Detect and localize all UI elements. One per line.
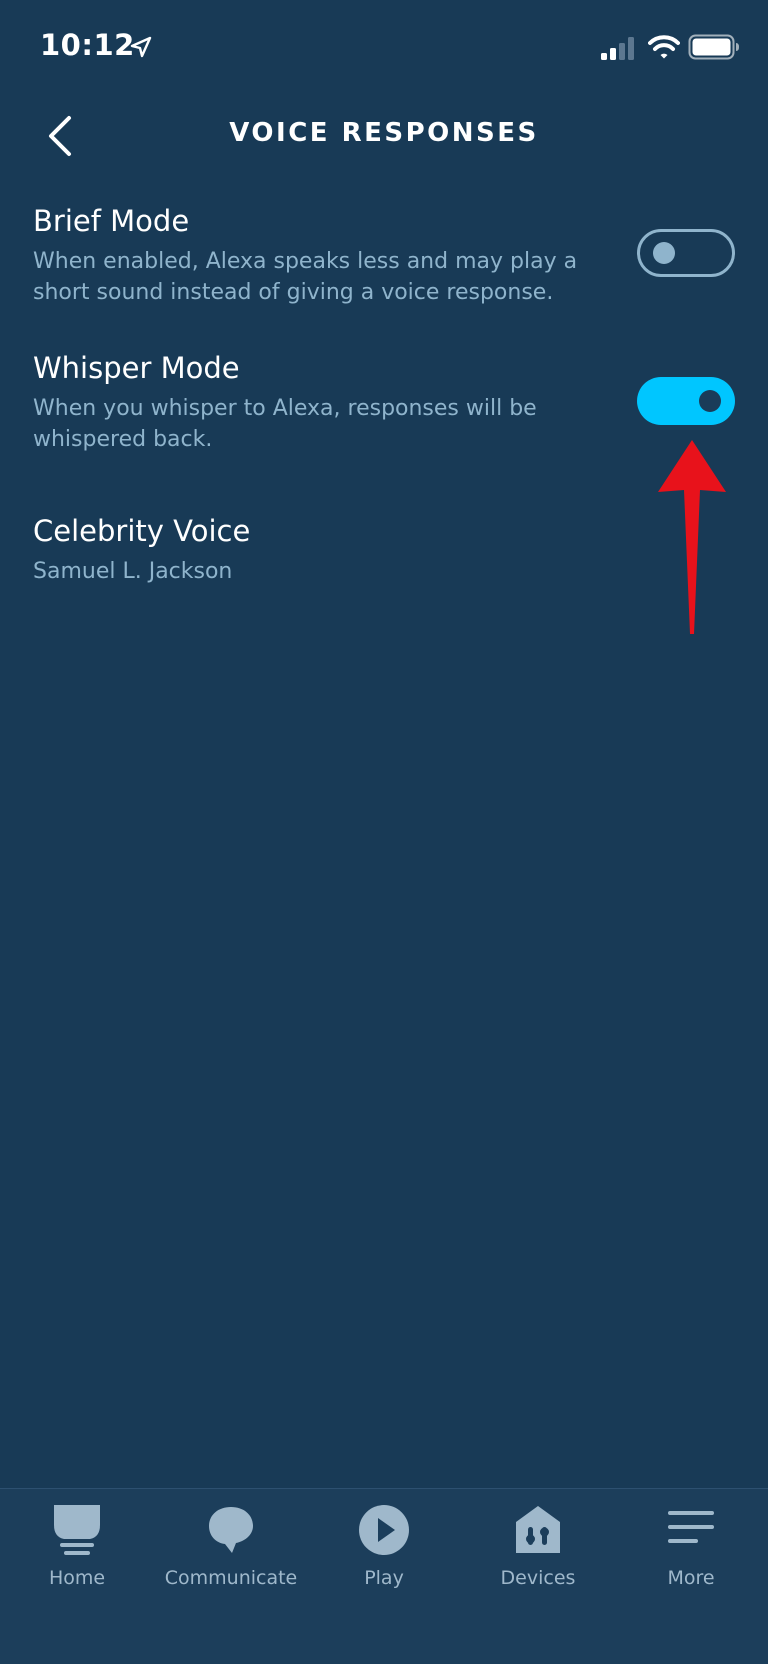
nav-home[interactable]: Home xyxy=(0,1489,154,1609)
chat-bubble-icon xyxy=(209,1507,253,1553)
cellular-signal-icon xyxy=(601,37,634,60)
nav-play-label: Play xyxy=(364,1567,404,1589)
nav-communicate-label: Communicate xyxy=(164,1567,298,1589)
nav-play[interactable]: Play xyxy=(307,1489,461,1609)
nav-communicate[interactable]: Communicate xyxy=(154,1489,308,1609)
status-time: 10:12 xyxy=(40,28,135,62)
nav-devices-label: Devices xyxy=(500,1567,576,1589)
brief-mode-description: When enabled, Alexa speaks less and may … xyxy=(33,249,578,305)
brief-mode-toggle[interactable] xyxy=(637,229,735,277)
celebrity-voice-value: Samuel L. Jackson xyxy=(33,559,233,584)
toggle-knob xyxy=(653,242,675,264)
bottom-navigation: Home Communicate Play Devices More xyxy=(0,1488,768,1664)
navigation-header: VOICE RESPONSES xyxy=(0,96,768,176)
devices-icon xyxy=(516,1506,560,1553)
celebrity-voice-row[interactable]: Celebrity Voice Samuel L. Jackson xyxy=(0,510,768,590)
page-title: VOICE RESPONSES xyxy=(229,118,539,148)
red-arrow-icon xyxy=(658,440,726,634)
whisper-mode-row: Whisper Mode When you whisper to Alexa, … xyxy=(0,347,768,457)
brief-mode-title: Brief Mode xyxy=(33,204,190,238)
status-bar: 10:12 xyxy=(0,0,768,96)
celebrity-voice-title: Celebrity Voice xyxy=(33,514,251,548)
wifi-icon xyxy=(648,35,680,59)
whisper-mode-description: When you whisper to Alexa, responses wil… xyxy=(33,396,537,452)
whisper-mode-title: Whisper Mode xyxy=(33,351,240,385)
play-icon xyxy=(359,1505,409,1555)
toggle-knob xyxy=(699,390,721,412)
menu-icon xyxy=(668,1511,714,1543)
nav-devices[interactable]: Devices xyxy=(461,1489,615,1609)
whisper-mode-toggle[interactable] xyxy=(637,377,735,425)
home-icon xyxy=(54,1505,100,1555)
location-arrow-icon xyxy=(130,36,152,58)
battery-icon xyxy=(688,34,739,60)
nav-home-label: Home xyxy=(48,1567,106,1589)
nav-more[interactable]: More xyxy=(614,1489,768,1609)
nav-more-label: More xyxy=(667,1567,715,1589)
brief-mode-row: Brief Mode When enabled, Alexa speaks le… xyxy=(0,200,768,320)
